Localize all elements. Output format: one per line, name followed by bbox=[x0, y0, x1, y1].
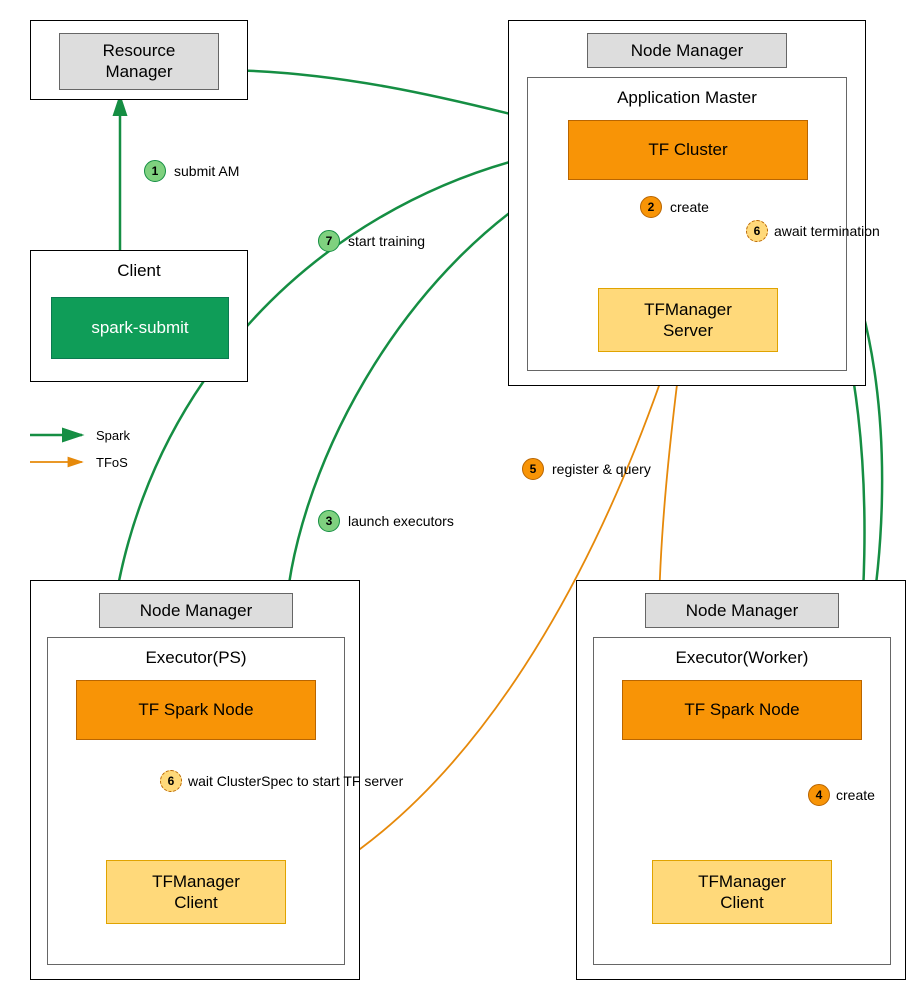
node-manager-badge-ps: Node Manager bbox=[99, 593, 293, 628]
node-manager-label-worker: Node Manager bbox=[686, 601, 798, 620]
legend-tfos: TFoS bbox=[96, 455, 128, 470]
step-3-num: 3 bbox=[326, 514, 333, 528]
executor-ps-inner: Executor(PS) TF Spark Node TFManager Cli… bbox=[47, 637, 345, 965]
step-5-marker: 5 bbox=[522, 458, 544, 480]
step-5-num: 5 bbox=[530, 462, 537, 476]
step-3-marker: 3 bbox=[318, 510, 340, 532]
client-container: Client spark-submit bbox=[30, 250, 248, 382]
resource-manager-badge: Resource Manager bbox=[59, 33, 219, 90]
step-1-num: 1 bbox=[152, 164, 159, 178]
client-title: Client bbox=[31, 261, 247, 281]
step-6b-label: wait ClusterSpec to start TF server bbox=[188, 773, 403, 789]
step-6b-num: 6 bbox=[168, 774, 175, 788]
tf-spark-node-worker: TF Spark Node bbox=[622, 680, 862, 740]
tfmanager-client-worker: TFManager Client bbox=[652, 860, 832, 924]
step-6a-label: await termination bbox=[774, 223, 880, 239]
tfmanager-server-box: TFManager Server bbox=[598, 288, 778, 352]
step-4-label: create bbox=[836, 787, 875, 803]
step-6a-num: 6 bbox=[754, 224, 761, 238]
node-manager-badge-top: Node Manager bbox=[587, 33, 787, 68]
resource-manager-container: Resource Manager bbox=[30, 20, 248, 100]
app-master-title: Application Master bbox=[528, 88, 846, 108]
step-1-marker: 1 bbox=[144, 160, 166, 182]
tfmanager-client-worker-label: TFManager Client bbox=[698, 871, 786, 914]
tf-spark-node-worker-label: TF Spark Node bbox=[684, 699, 799, 720]
step-6a-marker: 6 bbox=[746, 220, 768, 242]
executor-ps-title: Executor(PS) bbox=[48, 648, 344, 668]
step-3-label: launch executors bbox=[348, 513, 454, 529]
tfmanager-client-ps: TFManager Client bbox=[106, 860, 286, 924]
step-4-num: 4 bbox=[816, 788, 823, 802]
step-7-marker: 7 bbox=[318, 230, 340, 252]
step-7-num: 7 bbox=[326, 234, 333, 248]
node-manager-badge-worker: Node Manager bbox=[645, 593, 839, 628]
step-2-label: create bbox=[670, 199, 709, 215]
step-4-marker: 4 bbox=[808, 784, 830, 806]
tf-cluster-box: TF Cluster bbox=[568, 120, 808, 180]
tf-cluster-label: TF Cluster bbox=[648, 139, 727, 160]
step-7-label: start training bbox=[348, 233, 425, 249]
step-2-num: 2 bbox=[648, 200, 655, 214]
tfmanager-server-label: TFManager Server bbox=[644, 299, 732, 342]
step-1-label: submit AM bbox=[174, 163, 239, 179]
node-manager-label-ps: Node Manager bbox=[140, 601, 252, 620]
step-2-marker: 2 bbox=[640, 196, 662, 218]
spark-submit-label: spark-submit bbox=[91, 318, 188, 338]
step-6b-marker: 6 bbox=[160, 770, 182, 792]
spark-submit-box: spark-submit bbox=[51, 297, 229, 359]
executor-worker-title: Executor(Worker) bbox=[594, 648, 890, 668]
legend-spark: Spark bbox=[96, 428, 130, 443]
tfmanager-client-ps-label: TFManager Client bbox=[152, 871, 240, 914]
tf-spark-node-ps: TF Spark Node bbox=[76, 680, 316, 740]
node-manager-worker: Node Manager Executor(Worker) TF Spark N… bbox=[576, 580, 906, 980]
node-manager-label-top: Node Manager bbox=[631, 41, 743, 60]
tf-spark-node-ps-label: TF Spark Node bbox=[138, 699, 253, 720]
step-5-label: register & query bbox=[552, 461, 651, 477]
resource-manager-label: Resource Manager bbox=[103, 41, 176, 81]
